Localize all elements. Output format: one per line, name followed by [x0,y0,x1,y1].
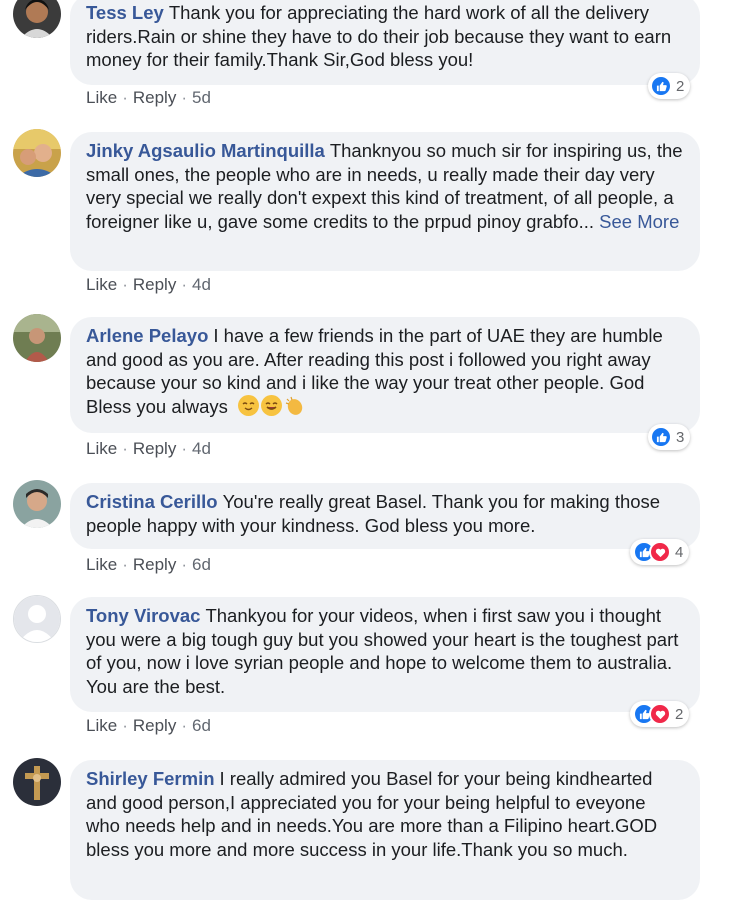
comment-author[interactable]: Tony Virovac [86,605,200,626]
reply-link[interactable]: Reply [133,275,176,294]
timestamp[interactable]: 5d [192,88,211,107]
reaction-count: 2 [676,77,685,95]
comment-text: Thank you for appreciating the hard work… [86,2,672,70]
reaction-count: 3 [676,428,685,446]
avatar[interactable] [13,314,61,362]
avatar[interactable] [13,0,61,38]
reaction-summary[interactable]: 2 [630,701,690,727]
comment-actions: Like · Reply · 6d [86,555,211,574]
avatar[interactable] [13,480,61,528]
avatar[interactable] [13,595,61,643]
smiling-face-emoji [261,394,283,416]
comment-actions: Like · Reply · 5d [86,88,211,107]
reply-link[interactable]: Reply [133,555,176,574]
timestamp[interactable]: 4d [192,439,211,458]
like-link[interactable]: Like [86,555,117,574]
clapping-hands-emoji [284,395,305,416]
reply-link[interactable]: Reply [133,716,176,735]
timestamp[interactable]: 6d [192,716,211,735]
love-reaction-icon [649,541,671,563]
avatar[interactable] [13,758,61,806]
comment-bubble: Jinky Agsaulio Martinquilla Thanknyou so … [70,132,700,271]
comment-author[interactable]: Jinky Agsaulio Martinquilla [86,140,325,161]
like-reaction-icon [650,426,672,448]
love-reaction-icon [649,703,671,725]
timestamp[interactable]: 6d [192,555,211,574]
comment-bubble: Shirley Fermin I really admired you Basel… [70,760,700,900]
comment-bubble: Arlene Pelayo I have a few friends in the… [70,317,700,433]
like-link[interactable]: Like [86,275,117,294]
comment-bubble: Cristina Cerillo You're really great Base… [70,483,700,549]
comment-author[interactable]: Cristina Cerillo [86,491,218,512]
like-reaction-icon [650,75,672,97]
reply-link[interactable]: Reply [133,439,176,458]
like-link[interactable]: Like [86,88,117,107]
relieved-face-emoji [238,394,260,416]
reaction-summary[interactable]: 2 [648,73,691,99]
comment-author[interactable]: Tess Ley [86,2,164,23]
comment-bubble: Tony Virovac Thankyou for your videos, wh… [70,597,700,712]
reaction-count: 4 [675,543,684,561]
reaction-summary[interactable]: 3 [648,424,691,450]
comment-author[interactable]: Arlene Pelayo [86,325,208,346]
comment-actions: Like · Reply · 4d [86,439,211,458]
timestamp[interactable]: 4d [192,275,211,294]
see-more-link[interactable]: See More [599,211,679,232]
avatar[interactable] [13,129,61,177]
comment-actions: Like · Reply · 4d [86,275,211,294]
comment-author[interactable]: Shirley Fermin [86,768,215,789]
reaction-count: 2 [675,705,684,723]
comment-bubble: Tess Ley Thank you for appreciating the h… [70,0,700,85]
reaction-summary[interactable]: 4 [630,539,690,565]
like-link[interactable]: Like [86,439,117,458]
comment-actions: Like · Reply · 6d [86,716,211,735]
reply-link[interactable]: Reply [133,88,176,107]
like-link[interactable]: Like [86,716,117,735]
